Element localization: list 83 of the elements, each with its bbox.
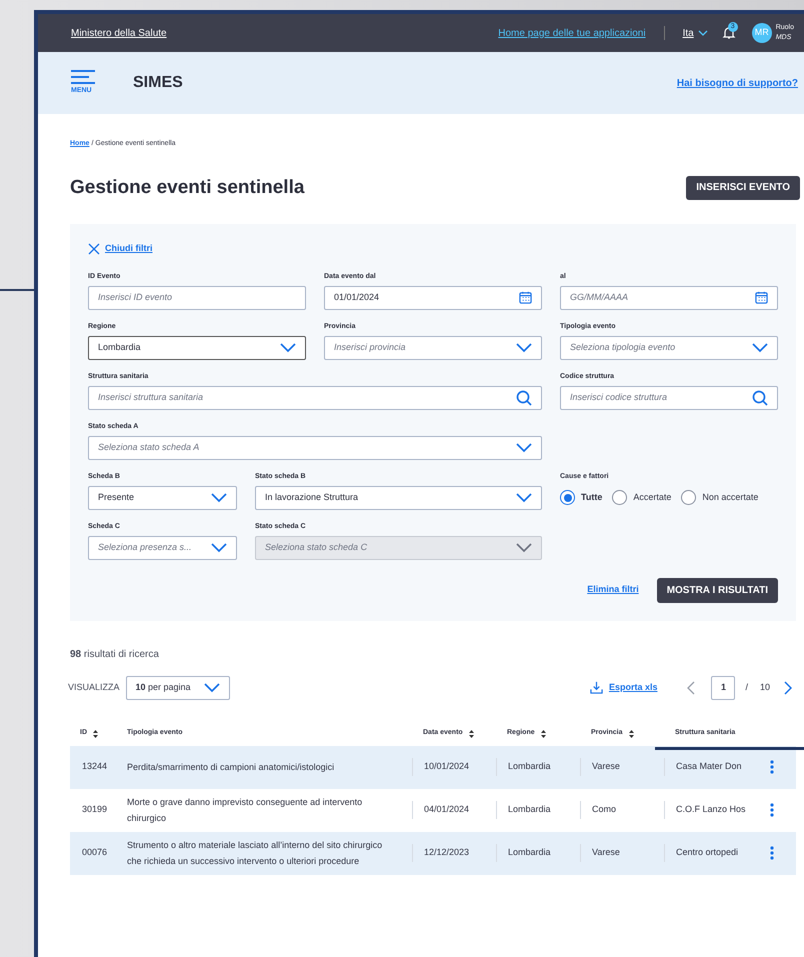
table-cell-text: Strumento o altro materiale lasciato all’interno del sito chirurgico che richieda un successivo intervento o ulteriori procedure xyxy=(126,839,384,868)
close-filters-link[interactable]: Chiudi filtri xyxy=(88,242,152,256)
radio-option[interactable]: Non accertate xyxy=(681,490,758,505)
select-field[interactable]: Seleziona stato scheda A xyxy=(88,436,542,460)
select-field[interactable]: Lombardia xyxy=(88,336,306,360)
table-cell: Casa Mater Don xyxy=(664,758,764,776)
search-icon xyxy=(516,390,532,406)
clear-filters-link[interactable]: Elimina filtri xyxy=(587,583,639,597)
table-cell: Lombardia xyxy=(496,801,580,819)
table-cell: Como xyxy=(580,801,664,819)
more-icon xyxy=(770,846,774,860)
app-name: SIMES xyxy=(133,73,183,93)
search-icon xyxy=(752,390,768,406)
show-results-button[interactable]: MOSTRA I RISULTATI xyxy=(656,578,778,602)
date-field[interactable]: GG/MM/AAAA xyxy=(560,286,778,310)
date-field[interactable]: 01/01/2024 xyxy=(324,286,542,310)
table-cell-text: 30199 xyxy=(81,803,108,816)
page-input[interactable]: 1 xyxy=(711,676,736,700)
table-cell-text: 00076 xyxy=(81,846,108,860)
calendar-icon xyxy=(519,291,532,304)
sort-icon xyxy=(628,730,634,738)
results-count: 98 risultati di ricerca xyxy=(70,648,160,662)
chevron-down-icon xyxy=(204,682,220,694)
chevron-down-icon xyxy=(280,342,296,354)
chevron-down-icon xyxy=(698,30,708,36)
select-field: Seleziona stato scheda C xyxy=(255,536,542,560)
select-field[interactable]: Inserisci provincia xyxy=(324,336,542,360)
insert-event-button[interactable]: INSERISCI EVENTO xyxy=(686,176,800,200)
select-field[interactable]: In lavorazione Struttura xyxy=(255,486,542,510)
row-actions-button[interactable] xyxy=(768,759,776,775)
sort-icon xyxy=(540,730,546,738)
table-cell: 04/01/2024 xyxy=(412,801,496,819)
table-cell-text: Morte o grave danno imprevisto conseguente ad intervento chirurgico xyxy=(126,796,364,825)
row-actions-button[interactable] xyxy=(768,845,776,861)
page-title: Gestione eventi sentinella xyxy=(70,176,304,200)
table-cell: Varese xyxy=(580,758,664,776)
view-label: VISUALIZZA xyxy=(68,680,120,694)
search-field[interactable]: Inserisci codice struttura xyxy=(560,386,778,410)
page-separator: / xyxy=(745,680,748,694)
table-cell-text: 13244 xyxy=(81,760,108,774)
radio-button[interactable] xyxy=(612,490,628,505)
chevron-down-icon xyxy=(516,492,532,504)
search-field[interactable]: Inserisci struttura sanitaria xyxy=(88,386,542,410)
radio-button[interactable] xyxy=(560,490,575,505)
more-icon xyxy=(770,803,774,817)
table-cell: 10/01/2024 xyxy=(412,758,496,776)
input-field[interactable]: Inserisci ID evento xyxy=(88,286,306,310)
select-field[interactable]: Seleziona tipologia evento xyxy=(560,336,778,360)
row-actions-button[interactable] xyxy=(768,802,776,818)
table-cell: Lombardia xyxy=(496,844,580,862)
calendar-icon xyxy=(755,291,768,304)
per-page-select[interactable]: 10 per pagina xyxy=(126,676,230,700)
export-link[interactable]: Esporta xls xyxy=(590,680,658,694)
sort-icon xyxy=(468,730,474,738)
radio-option[interactable]: Tutte xyxy=(560,490,602,505)
radio-option[interactable]: Accertate xyxy=(612,490,672,505)
apps-link[interactable]: Home page delle tue applicazioni xyxy=(498,26,646,40)
total-pages: 10 xyxy=(760,680,770,694)
chevron-down-icon xyxy=(516,542,532,554)
language-selector[interactable]: Ita xyxy=(682,26,708,40)
brand-link[interactable]: Ministero della Salute xyxy=(71,26,167,40)
sort-icon xyxy=(93,730,98,738)
chevron-down-icon xyxy=(211,492,227,504)
table-cell: Centro ortopedi xyxy=(664,844,764,862)
chevron-left-icon xyxy=(687,680,696,694)
support-link[interactable]: Hai bisogno di supporto? xyxy=(676,76,798,90)
chevron-right-icon xyxy=(784,680,792,694)
table-cell: Lombardia xyxy=(496,758,580,776)
table-cell: Varese xyxy=(580,844,664,862)
table-cell: 12/12/2023 xyxy=(412,844,496,862)
close-icon xyxy=(88,242,100,255)
chevron-down-icon xyxy=(516,442,532,454)
menu-icon xyxy=(71,70,95,84)
select-field[interactable]: Seleziona presenza s... xyxy=(88,536,237,560)
chevron-down-icon xyxy=(516,342,532,354)
table-cell-text: Perdita/smarrimento di campioni anatomici/istologici xyxy=(126,761,336,774)
chevron-down-icon xyxy=(211,542,227,554)
radio-button[interactable] xyxy=(681,490,696,505)
table-cell: C.O.F Lanzo Hos xyxy=(664,801,764,819)
download-icon xyxy=(590,681,603,694)
select-field[interactable]: Presente xyxy=(88,486,237,510)
chevron-down-icon xyxy=(752,342,768,354)
more-icon xyxy=(770,760,774,774)
